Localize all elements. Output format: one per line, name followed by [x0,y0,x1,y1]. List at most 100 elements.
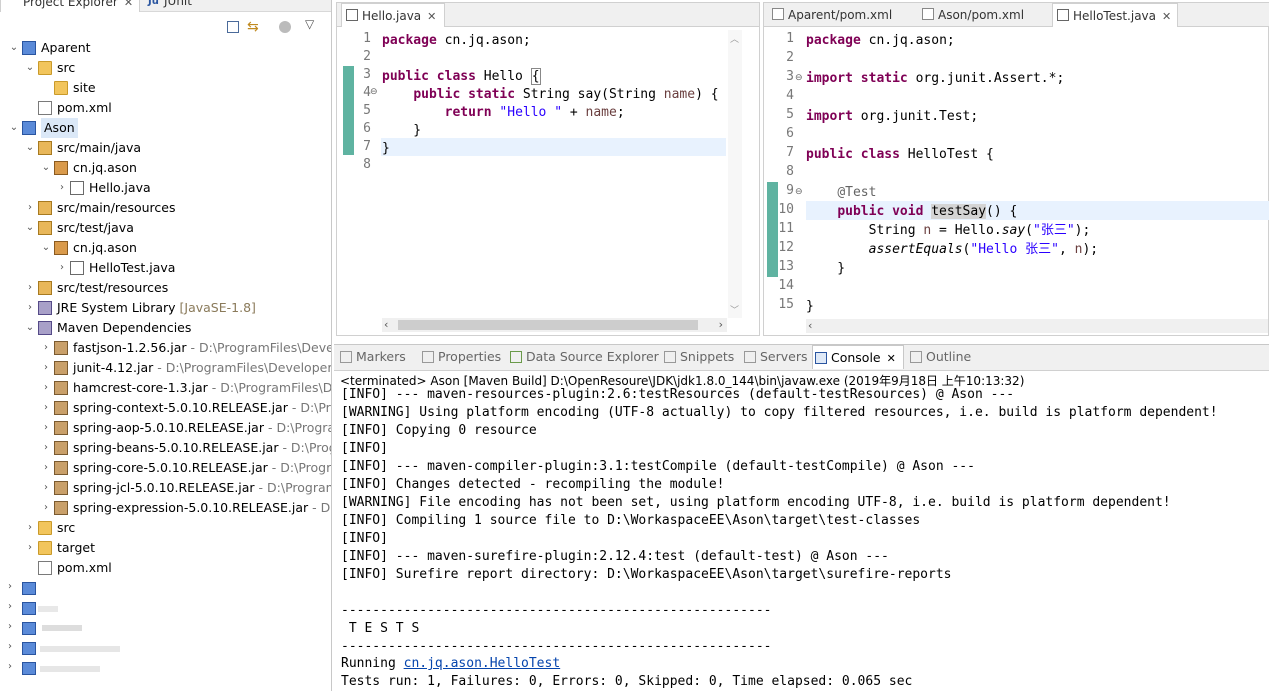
tree-item[interactable]: ⌄ Ason [0,118,331,138]
jar-icon [54,341,68,355]
tree-item[interactable]: › src/test/resources [0,278,331,298]
chevron-right-icon[interactable]: › [40,498,52,518]
redacted-project-row[interactable]: › [8,598,68,618]
chevron-right-icon[interactable]: › [40,478,52,498]
chevron-right-icon[interactable]: › [40,378,52,398]
tab-markers[interactable]: Markers [338,345,406,369]
tree-item[interactable]: ⌄ cn.jq.ason [0,158,331,178]
chevron-down-icon[interactable]: ⌄ [40,158,52,178]
tree-item[interactable]: › spring-context-5.0.10.RELEASE.jar - D:\… [0,398,331,418]
chevron-down-icon[interactable]: ⌄ [24,318,36,338]
redacted-project-row[interactable]: › [8,658,108,678]
jar-icon [54,401,68,415]
source-folder-icon [38,221,52,235]
chevron-right-icon[interactable]: › [40,398,52,418]
tree-item[interactable]: › HelloTest.java [0,258,331,278]
tree-item[interactable]: › junit-4.12.jar - D:\ProgramFiles\Develo… [0,358,331,378]
tab-outline[interactable]: Outline [908,345,971,369]
redacted-project-row[interactable]: › [8,578,48,598]
fold-marker-icon[interactable]: ⊖ [370,87,378,97]
vertical-scrollbar[interactable]: ︿ ﹀ [728,30,742,318]
tree-item[interactable]: pom.xml [0,98,331,118]
redacted-project-row[interactable]: › [8,618,88,638]
chevron-right-icon[interactable]: › [56,178,68,198]
tab-aparent-pom[interactable]: Aparent/pom.xml [768,3,892,27]
chevron-down-icon[interactable]: ⌄ [24,138,36,158]
code-line: public class Hello { [382,68,541,85]
chevron-right-icon[interactable]: › [24,518,36,538]
tab-project-explorer[interactable]: Project Explorer ✕ [0,0,140,12]
tree-item[interactable]: › src/main/resources [0,198,331,218]
code-area[interactable]: package cn.jq.ason; import static org.ju… [806,31,1268,321]
tree-item[interactable]: ⌄ src/main/java [0,138,331,158]
view-menu-icon[interactable]: ▽ [305,17,314,31]
tree-item[interactable]: › fastjson-1.2.56.jar - D:\ProgramFiles\D… [0,338,331,358]
tree-item[interactable]: › spring-aop-5.0.10.RELEASE.jar - D:\Prog… [0,418,331,438]
chevron-right-icon[interactable]: › [40,438,52,458]
console-line: [INFO] Copying 0 resource [341,423,537,438]
chevron-down-icon[interactable]: ⌄ [40,238,52,258]
horizontal-scrollbar[interactable]: ‹ › [382,318,727,332]
tab-servers[interactable]: Servers [742,345,808,369]
editor-right-tab-bar: Aparent/pom.xml Ason/pom.xml HelloTest.j… [764,3,1269,27]
horizontal-scrollbar[interactable]: ‹ [806,319,1268,333]
tab-hello-java[interactable]: Hello.java ✕ [341,3,445,27]
close-icon[interactable]: ✕ [427,10,436,23]
chevron-down-icon[interactable]: ⌄ [8,38,20,58]
tree-item[interactable]: › src [0,518,331,538]
tree-item[interactable]: ⌄ cn.jq.ason [0,238,331,258]
tree-item[interactable]: › spring-expression-5.0.10.RELEASE.jar - … [0,498,331,518]
test-class-link[interactable]: cn.jq.ason.HelloTest [404,656,561,671]
scroll-thumb[interactable] [398,320,698,330]
tree-item[interactable]: site [0,78,331,98]
code-area[interactable]: package cn.jq.ason; public class Hello {… [382,29,727,319]
tab-snippets[interactable]: Snippets [662,345,734,369]
chevron-right-icon[interactable]: › [24,298,36,318]
tab-console[interactable]: Console ✕ [812,345,904,369]
tree-item[interactable]: ⌄ src [0,58,331,78]
tab-data-source-explorer[interactable]: Data Source Explorer [508,345,659,369]
close-icon[interactable]: ✕ [887,352,896,365]
chevron-right-icon[interactable]: › [40,418,52,438]
chevron-right-icon[interactable]: › [24,198,36,218]
close-icon[interactable]: ✕ [1162,10,1171,23]
fold-marker-icon[interactable]: ⊖ [795,187,803,197]
redacted-project-row[interactable]: › [8,638,128,658]
filter-icon[interactable] [279,21,291,33]
tab-servers-label: Servers [760,349,808,364]
java-file-icon [70,261,84,275]
tree-item-label-wrap: spring-context-5.0.10.RELEASE.jar - D:\P… [73,398,331,418]
tree-item[interactable]: pom.xml [0,558,331,578]
tree-item[interactable]: › target [0,538,331,558]
tree-item[interactable]: › spring-beans-5.0.10.RELEASE.jar - D:\Pr… [0,438,331,458]
console-line: [INFO] Compiling 1 source file to D:\Wor… [341,513,921,528]
tree-item[interactable]: › JRE System Library [JavaSE-1.8] [0,298,331,318]
chevron-right-icon[interactable]: › [24,278,36,298]
tree-item[interactable]: ⌄ src/test/java [0,218,331,238]
tree-item[interactable]: › spring-jcl-5.0.10.RELEASE.jar - D:\Prog… [0,478,331,498]
chevron-right-icon[interactable]: › [56,258,68,278]
tab-ason-pom[interactable]: Ason/pom.xml [918,3,1024,27]
tree-item[interactable]: ⌄ Maven Dependencies [0,318,331,338]
chevron-right-icon[interactable]: › [40,338,52,358]
link-with-editor-icon[interactable]: ⇆ [247,19,263,35]
chevron-down-icon[interactable]: ⌄ [8,118,20,138]
tree-item[interactable]: › Hello.java [0,178,331,198]
tree-item[interactable]: ⌄ Aparent [0,38,331,58]
close-icon[interactable]: ✕ [124,0,133,9]
chevron-right-icon[interactable]: › [40,358,52,378]
tab-junit[interactable]: Ju JUnit [142,0,192,12]
chevron-down-icon[interactable]: ⌄ [24,58,36,78]
chevron-down-icon[interactable]: ⌄ [24,218,36,238]
fold-marker-icon[interactable]: ⊖ [795,73,803,83]
chevron-right-icon[interactable]: › [24,538,36,558]
tab-hellotest-java[interactable]: HelloTest.java ✕ [1052,3,1178,27]
tree-item[interactable]: › hamcrest-core-1.3.jar - D:\ProgramFiles… [0,378,331,398]
chevron-right-icon[interactable]: › [40,458,52,478]
line-number: 3 [363,67,371,82]
tree-item-label-wrap: hamcrest-core-1.3.jar - D:\ProgramFiles\… [73,378,331,398]
collapse-all-icon[interactable] [227,21,239,33]
console-line: [INFO] [341,531,388,546]
tree-item[interactable]: › spring-core-5.0.10.RELEASE.jar - D:\Pro… [0,458,331,478]
tab-properties[interactable]: Properties [420,345,501,369]
